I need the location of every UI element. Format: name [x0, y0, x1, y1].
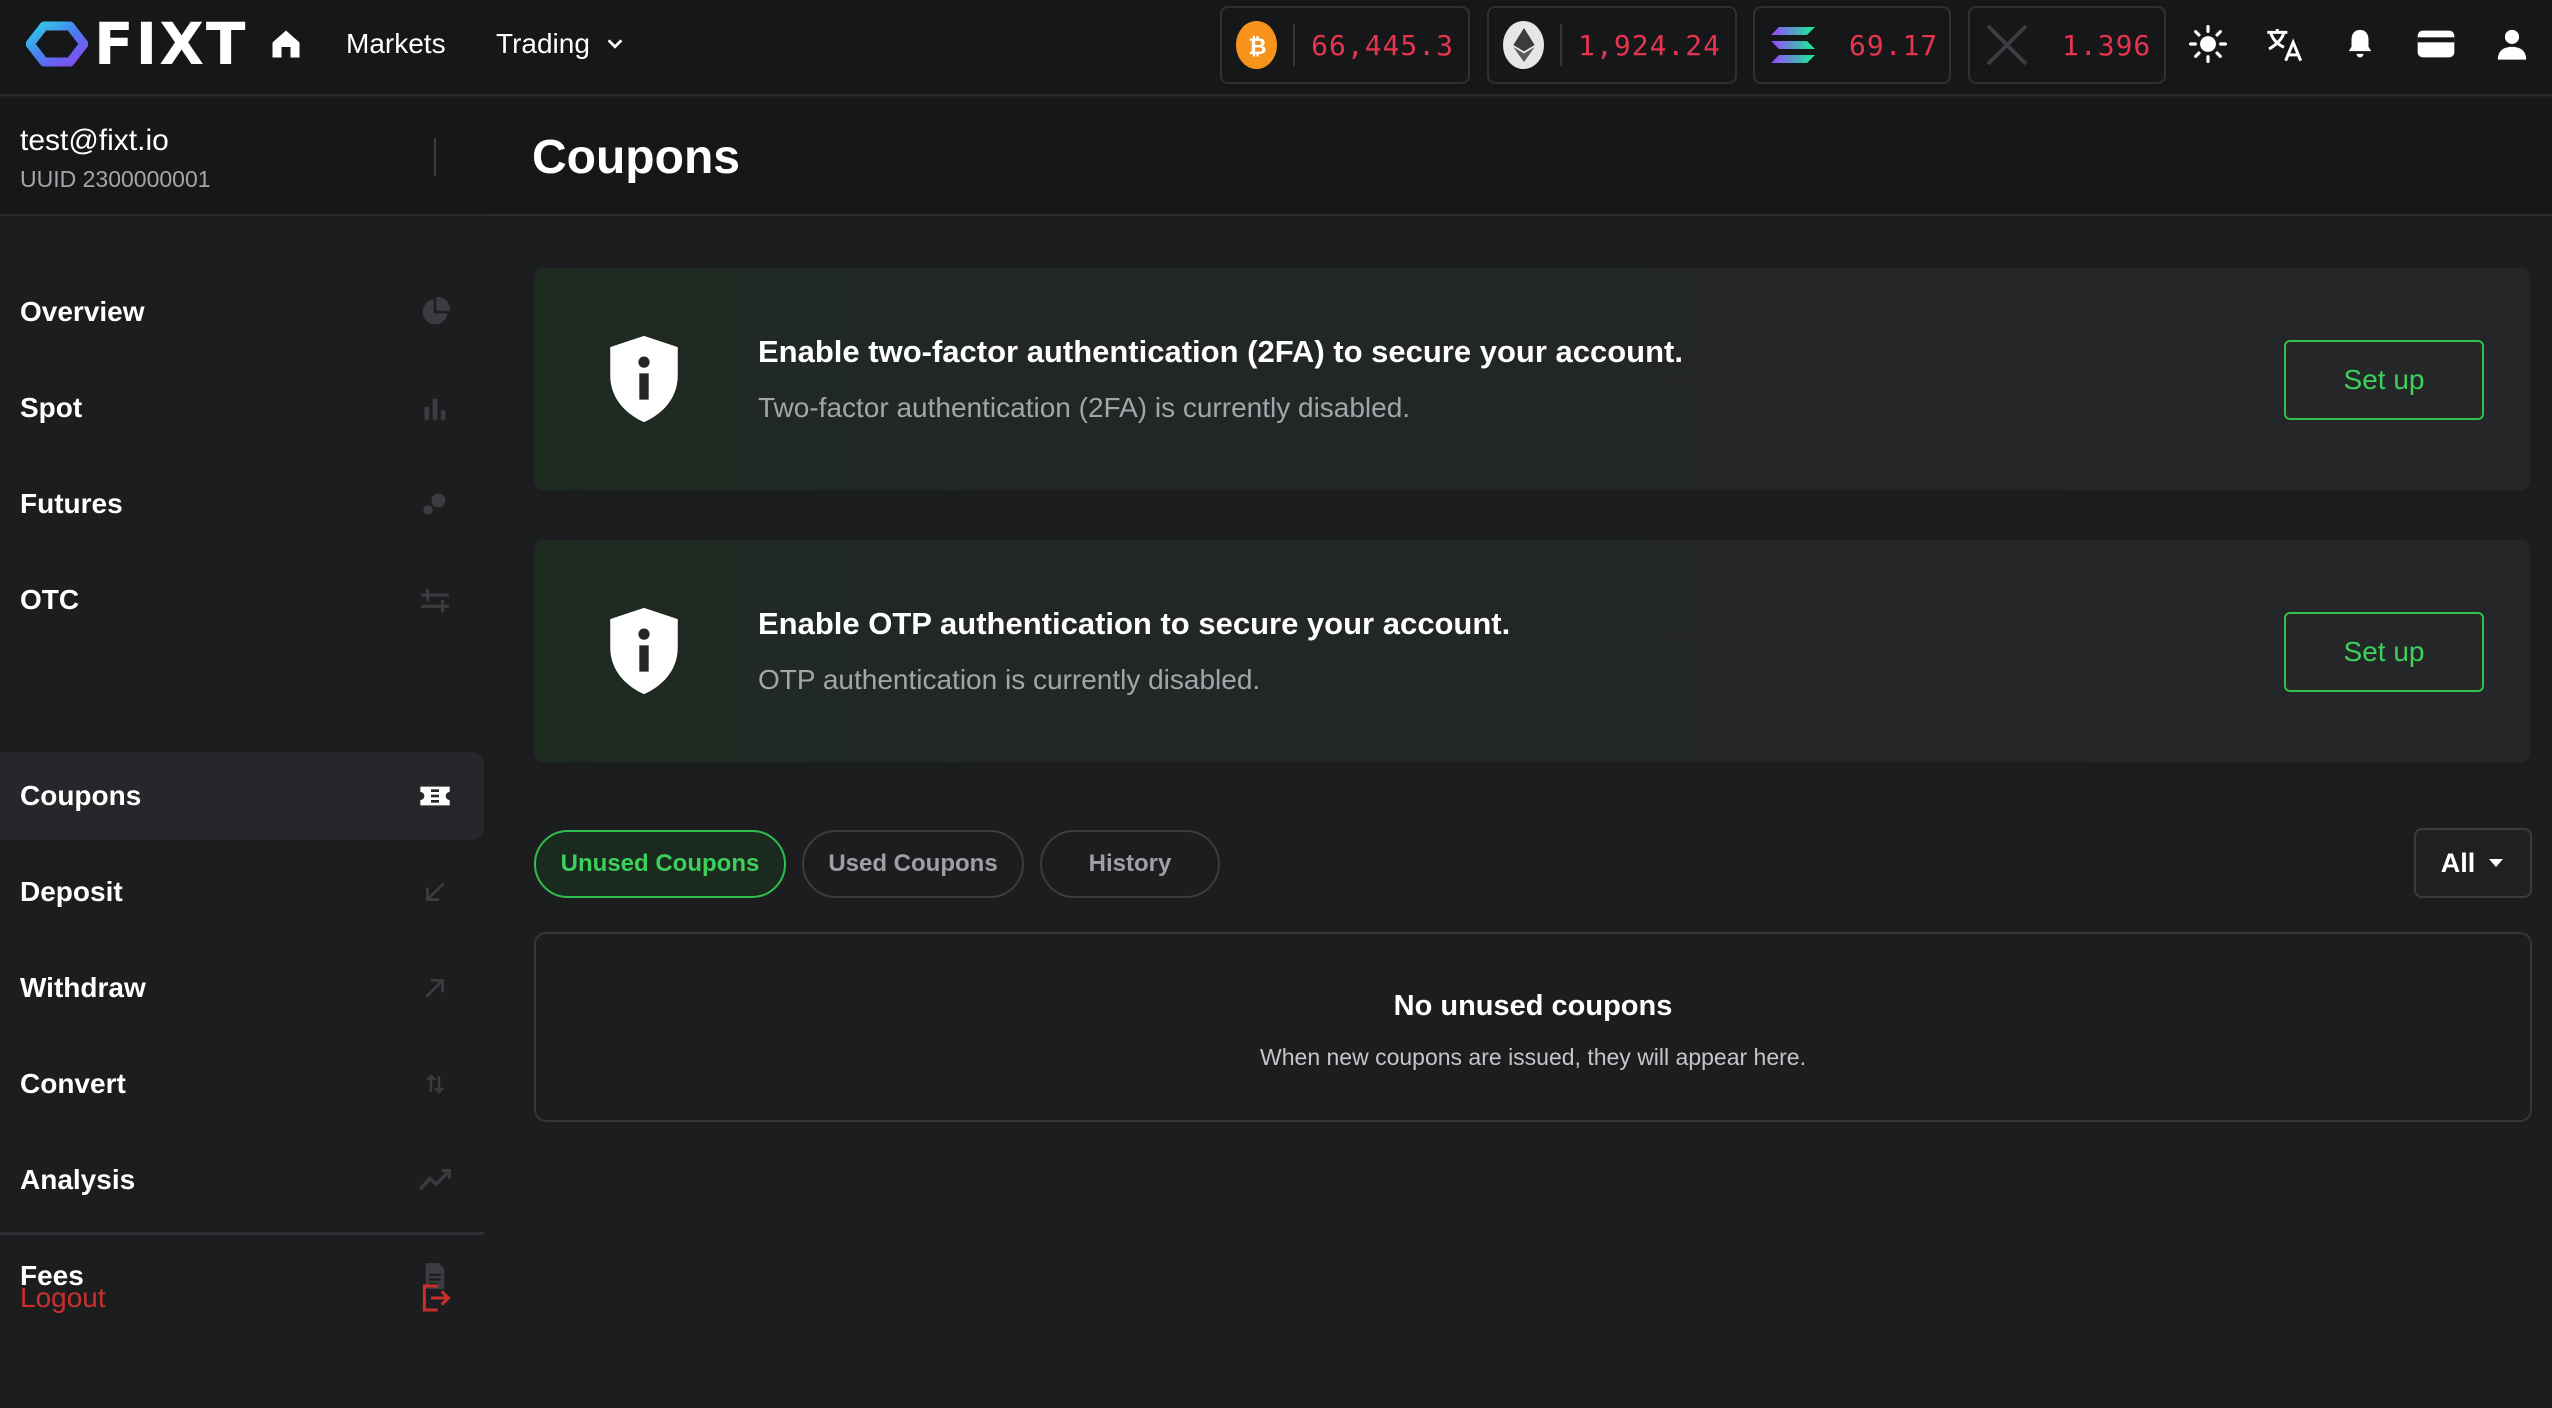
logo-mark-icon — [26, 21, 88, 67]
solana-icon — [1769, 21, 1817, 69]
sun-icon[interactable] — [2188, 24, 2228, 64]
sidebar-item-futures[interactable]: Futures — [0, 460, 484, 548]
account-uuid: UUID 2300000001 — [20, 166, 211, 192]
tab-used-coupons[interactable]: Used Coupons — [802, 830, 1024, 898]
ticker-x[interactable]: 1.396 — [1968, 6, 2166, 84]
sidebar-item-coupons[interactable]: Coupons — [0, 752, 484, 840]
shield-info-icon — [610, 335, 678, 423]
otp-title: Enable OTP authentication to secure your… — [758, 606, 1511, 641]
ticker-price: 69.17 — [1849, 28, 1939, 62]
ticker-sol[interactable]: 69.17 — [1753, 6, 1951, 84]
ticker-price: 66,445.3 — [1311, 28, 1454, 62]
ticker-eth[interactable]: 1,924.24 — [1487, 6, 1737, 84]
shield-info-icon — [610, 607, 678, 695]
sidebar-item-label: Deposit — [20, 876, 123, 907]
sidebar-item-label: Spot — [20, 392, 83, 423]
account-divider — [434, 138, 436, 176]
caret-down-icon — [2489, 859, 2504, 867]
logout-label: Logout — [20, 1282, 106, 1313]
empty-state-title: No unused coupons — [1393, 990, 1673, 1022]
otp-setup-button[interactable]: Set up — [2284, 612, 2484, 692]
logout-button[interactable]: Logout — [0, 1254, 484, 1342]
wallet-icon[interactable] — [2416, 24, 2456, 64]
coupon-filter-select[interactable]: All — [2414, 828, 2532, 898]
filter-selected-value: All — [2440, 847, 2476, 878]
arrow-down-left-icon — [418, 875, 452, 909]
page-title: Coupons — [532, 131, 740, 184]
twofa-title: Enable two-factor authentication (2FA) t… — [758, 334, 1683, 369]
logo-wordmark: FIXT — [94, 10, 248, 78]
ticker-btc[interactable]: ₿ 66,445.3 — [1220, 6, 1470, 84]
fixt-logo[interactable]: FIXT — [26, 10, 248, 78]
sidebar-item-withdraw[interactable]: Withdraw — [0, 944, 484, 1032]
sidebar-item-spot[interactable]: Spot — [0, 364, 484, 452]
ticker-price: 1.396 — [2062, 28, 2152, 62]
sidebar-item-label: Overview — [20, 296, 145, 327]
twofa-description: Two-factor authentication (2FA) is curre… — [758, 392, 1411, 423]
translate-icon[interactable] — [2264, 24, 2304, 64]
nav-trading-label: Trading — [496, 28, 590, 59]
pie-chart-icon — [418, 295, 452, 329]
empty-state: No unused coupons When new coupons are i… — [534, 932, 2532, 1122]
page-header: Coupons — [484, 98, 2552, 216]
ticker-divider — [1293, 24, 1296, 66]
arrow-up-right-icon — [418, 971, 452, 1005]
tab-unused-coupons[interactable]: Unused Coupons — [534, 830, 786, 898]
sidebar-item-otc[interactable]: OTC — [0, 556, 484, 644]
sidebar-item-deposit[interactable]: Deposit — [0, 848, 484, 936]
account-summary: test@fixt.io UUID 2300000001 — [0, 98, 484, 216]
user-icon[interactable] — [2492, 24, 2532, 64]
ticker-divider — [1560, 24, 1563, 66]
twofa-card: Enable two-factor authentication (2FA) t… — [534, 268, 2530, 490]
sidebar-item-label: Futures — [20, 488, 123, 519]
nav-markets-link[interactable]: Markets — [346, 26, 446, 62]
sidebar-item-label: Coupons — [20, 780, 142, 811]
sidebar-item-analysis[interactable]: Analysis — [0, 1136, 484, 1224]
x-coin-icon — [1984, 21, 2030, 69]
ticket-icon — [418, 779, 452, 813]
chevron-down-icon — [607, 39, 623, 49]
trend-line-icon — [418, 1163, 452, 1197]
ethereum-icon — [1503, 21, 1545, 69]
ticker-price: 1,924.24 — [1578, 28, 1721, 62]
top-navigation: FIXT Markets Trading ₿ 66,445.3 1,924.24 — [0, 0, 2552, 96]
otc-arrows-icon — [418, 583, 452, 617]
svg-text:₿: ₿ — [1248, 34, 1266, 60]
sidebar-item-convert[interactable]: Convert — [0, 1040, 484, 1128]
sidebar-item-overview[interactable]: Overview — [0, 268, 484, 356]
otp-card: Enable OTP authentication to secure your… — [534, 540, 2530, 762]
account-email: test@fixt.io — [20, 124, 169, 157]
home-icon[interactable] — [268, 26, 304, 62]
sidebar-item-label: Withdraw — [20, 972, 146, 1003]
bubbles-icon — [418, 487, 452, 521]
sidebar-item-label: Analysis — [20, 1164, 136, 1195]
twofa-setup-button[interactable]: Set up — [2284, 340, 2484, 420]
bell-icon[interactable] — [2340, 24, 2380, 64]
empty-state-description: When new coupons are issued, they will a… — [1260, 1044, 1806, 1070]
nav-trading-dropdown[interactable]: Trading — [496, 26, 626, 62]
logout-icon — [418, 1281, 452, 1315]
sidebar-item-label: Convert — [20, 1068, 126, 1099]
swap-vertical-icon — [418, 1067, 452, 1101]
sidebar-item-label: OTC — [20, 584, 80, 615]
bitcoin-icon: ₿ — [1236, 21, 1278, 69]
sidebar-divider — [0, 1232, 484, 1235]
tab-history[interactable]: History — [1040, 830, 1220, 898]
bar-chart-icon — [418, 391, 452, 425]
sidebar: test@fixt.io UUID 2300000001 Overview Sp… — [0, 98, 484, 1408]
otp-description: OTP authentication is currently disabled… — [758, 664, 1261, 695]
